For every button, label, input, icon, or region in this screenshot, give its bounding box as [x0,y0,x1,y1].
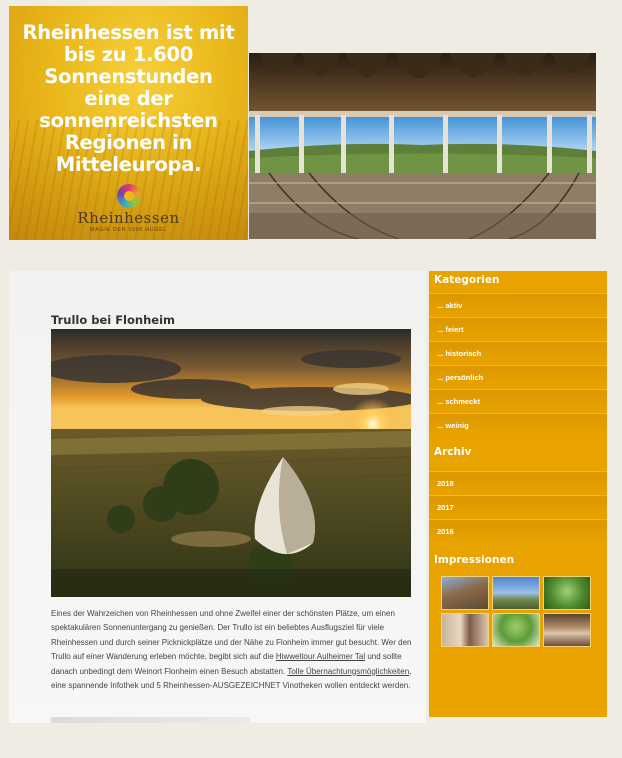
rheinhessen-logo-icon [116,184,141,208]
cut-off-text [51,717,251,723]
promo-tagline: MAGIE DER 1000 HÜGEL [89,227,168,233]
hiwweltour-link[interactable]: Hiwweltour Aulheimer Tal [276,652,365,661]
panorama-photo [249,53,596,239]
category-persoenlich[interactable]: ... persönlich [429,365,607,389]
promo-banner: Rheinhessen ist mit bis zu 1.600 Sonnens… [9,6,248,240]
blog-content: Trullo bei Flonheim Eines der Wahrzeiche… [9,271,426,723]
category-schmeckt[interactable]: ... schmeckt [429,389,607,413]
website-screenshot: Trullo bei Flonheim Eines der Wahrzeiche… [9,271,607,723]
impression-thumbnail[interactable] [492,613,540,647]
impression-thumbnail[interactable] [543,613,591,647]
article-body: Eines der Wahrzeichen von Rheinhessen un… [51,607,416,693]
archive-2018[interactable]: 2018 [429,471,607,495]
uebernachtung-link[interactable]: Tolle Übernachtungsmöglichkeiten [287,667,409,676]
impression-thumbnail[interactable] [543,576,591,610]
impressions-heading: Impressionen [434,554,515,566]
archive-2017[interactable]: 2017 [429,495,607,519]
impressions-gallery [429,573,607,647]
category-weinig[interactable]: ... weinig [429,413,607,437]
impression-thumbnail[interactable] [492,576,540,610]
impression-thumbnail[interactable] [441,613,489,647]
promo-brand: Rheinhessen [77,209,180,227]
promo-headline: Rheinhessen ist mit bis zu 1.600 Sonnens… [22,21,235,176]
impression-thumbnail[interactable] [441,576,489,610]
category-historisch[interactable]: ... historisch [429,341,607,365]
sidebar: Kategorien ... aktiv ... feiert ... hist… [429,271,607,717]
category-aktiv[interactable]: ... aktiv [429,293,607,317]
category-feiert[interactable]: ... feiert [429,317,607,341]
article-photo [51,329,411,597]
archive-2016[interactable]: 2016 [429,519,607,543]
article-title: Trullo bei Flonheim [51,313,176,327]
archive-heading: Archiv [434,446,472,458]
categories-heading: Kategorien [434,274,500,286]
